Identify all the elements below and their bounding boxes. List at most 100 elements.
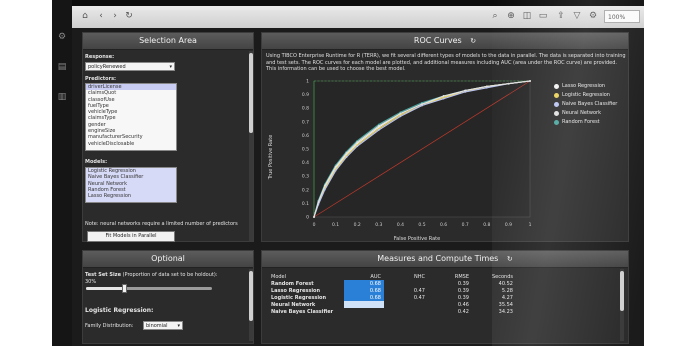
logistic-regression-label: Logistic Regression: — [85, 307, 154, 314]
comment-icon[interactable]: ▭ — [538, 11, 548, 22]
model-cell: Lasso Regression — [271, 287, 321, 294]
measures-scrollbar[interactable] — [620, 269, 624, 341]
document-icon[interactable]: ▤ — [57, 62, 67, 72]
forward-icon[interactable]: › — [110, 11, 120, 22]
scrollbar-thumb[interactable] — [620, 271, 624, 311]
y-tick-label: 0 — [306, 215, 309, 221]
y-tick-label: 0.5 — [302, 147, 309, 153]
selection-scrollbar[interactable] — [249, 51, 253, 241]
measures-table: Model AUC NHC RMSE Seconds Random Forest… — [268, 273, 516, 315]
settings-icon[interactable]: ⚙ — [588, 11, 598, 22]
series-point — [442, 95, 445, 97]
zoom-in-icon[interactable]: ⊕ — [506, 11, 516, 22]
roc-panel-header: ROC Curves ↻ — [262, 33, 628, 50]
y-tick-label: 0.2 — [302, 187, 309, 193]
table-row[interactable]: Naive Bayes Classifier 0.42 34.23 — [268, 308, 516, 315]
model-cell: Logistic Regression — [271, 294, 327, 301]
measures-panel-title: Measures and Compute Times — [377, 254, 499, 263]
neural-network-note: Note: neural networks require a limited … — [85, 221, 238, 227]
column-header[interactable]: Model — [268, 273, 344, 280]
chart-icon[interactable]: ▥ — [57, 92, 67, 102]
series-point — [464, 89, 467, 92]
filter-icon[interactable]: ▽ — [572, 11, 582, 22]
y-axis-label: True Positive Rate — [268, 135, 274, 181]
rmse-cell: 0.46 — [457, 301, 469, 308]
left-rail: ⚙ ▤ ▥ — [52, 0, 72, 346]
search-icon[interactable]: ⌕ — [490, 11, 500, 22]
x-tick-label: 1 — [529, 222, 532, 228]
refresh-icon[interactable]: ↻ — [470, 37, 476, 45]
refresh-icon[interactable]: ↻ — [124, 11, 134, 22]
zoom-select[interactable]: 100% — [604, 10, 640, 23]
response-select[interactable]: policyRenewed ▾ — [85, 62, 175, 71]
chevron-down-icon: ▾ — [169, 64, 172, 70]
table-row[interactable]: Random Forest 0.68 0.39 40.52 — [268, 280, 516, 287]
nhc-cell: 0.47 — [413, 287, 425, 294]
scrollbar-thumb[interactable] — [249, 271, 253, 321]
column-header[interactable]: AUC — [344, 273, 384, 280]
scrollbar-thumb[interactable] — [249, 53, 253, 133]
x-tick-label: 0.9 — [505, 222, 512, 228]
test-size-slider-handle[interactable] — [121, 284, 127, 293]
home-icon[interactable]: ⌂ — [80, 11, 90, 22]
y-tick-label: 0.7 — [302, 119, 309, 125]
models-list[interactable]: Logistic Regression Naive Bayes Classifi… — [85, 167, 177, 203]
response-label: Response: — [85, 54, 115, 60]
column-header[interactable]: NHC — [384, 273, 428, 280]
x-tick-label: 0 — [313, 222, 316, 228]
roc-panel-title: ROC Curves — [413, 36, 462, 45]
fit-models-button[interactable]: Fit Models in Parallel — [87, 231, 175, 242]
family-distribution-value: binomial — [146, 323, 168, 329]
back-icon[interactable]: ‹ — [96, 11, 106, 22]
legend-item[interactable]: Neural Network — [554, 110, 624, 117]
model-cell: Naive Bayes Classifier — [271, 308, 334, 315]
response-value: policyRenewed — [88, 64, 126, 70]
legend-item[interactable]: Lasso Regression — [554, 83, 624, 90]
list-item[interactable]: Lasso Regression — [86, 193, 176, 199]
nhc-cell: 0.47 — [413, 294, 425, 301]
column-header[interactable]: RMSE — [428, 273, 472, 280]
column-header[interactable]: Seconds — [472, 273, 516, 280]
bookmark-icon[interactable]: ◫ — [522, 11, 532, 22]
series-point — [313, 216, 315, 218]
series-point — [345, 156, 348, 159]
refresh-icon[interactable]: ↻ — [507, 255, 513, 263]
gear-icon[interactable]: ⚙ — [57, 32, 67, 42]
table-header-row: Model AUC NHC RMSE Seconds — [268, 273, 516, 280]
legend-marker — [554, 120, 559, 125]
table-row[interactable]: Lasso Regression 0.68 0.47 0.39 5.28 — [268, 287, 516, 294]
family-distribution-select[interactable]: binomial ▾ — [143, 321, 183, 330]
legend-label: Naive Bayes Classifier — [562, 101, 618, 107]
auc-cell — [344, 308, 384, 315]
x-tick-label: 0.7 — [462, 222, 469, 228]
table-row[interactable]: Neural Network 0.46 35.54 — [268, 301, 516, 308]
models-label: Models: — [85, 159, 108, 165]
x-axis-label: False Positive Rate — [394, 236, 440, 242]
series-point — [356, 145, 359, 148]
chevron-down-icon: ▾ — [177, 323, 180, 329]
app-frame: ⚙ ▤ ▥ ⌂ ‹ › ↻ ⌕ ⊕ ◫ ▭ ⇪ ▽ ⚙ 100% Selecti… — [52, 0, 644, 346]
series-point — [399, 112, 402, 115]
legend-marker — [554, 93, 559, 98]
legend-item[interactable]: Random Forest — [554, 119, 624, 126]
y-tick-label: 1 — [306, 79, 309, 85]
legend-item[interactable]: Naive Bayes Classifier — [554, 101, 624, 108]
x-tick-label: 0.1 — [332, 222, 339, 228]
optional-panel: Optional Test Set Size (Proportion of da… — [82, 250, 254, 344]
list-item[interactable]: vehicleDisclosable — [86, 141, 176, 147]
table-row[interactable]: Logistic Regression 0.68 0.47 0.39 4.27 — [268, 294, 516, 301]
test-size-title: Test Set Size — [85, 272, 121, 278]
roc-description: Using TIBCO Enterprise Runtime for R (TE… — [266, 53, 626, 73]
test-size-label: Test Set Size (Proportion of data set to… — [85, 272, 217, 278]
measures-panel-header: Measures and Compute Times ↻ — [262, 251, 628, 268]
optional-scrollbar[interactable] — [249, 269, 253, 341]
legend-marker — [554, 84, 559, 89]
predictors-list[interactable]: driverLicense claimsQuot classofUse fuel… — [85, 83, 177, 151]
share-icon[interactable]: ⇪ — [556, 11, 566, 22]
y-tick-label: 0.1 — [302, 201, 309, 207]
series-point — [334, 169, 337, 172]
y-tick-label: 0.4 — [302, 160, 309, 166]
series-point — [323, 184, 326, 187]
series-point — [377, 129, 380, 131]
legend-item[interactable]: Logistic Regression — [554, 92, 624, 99]
